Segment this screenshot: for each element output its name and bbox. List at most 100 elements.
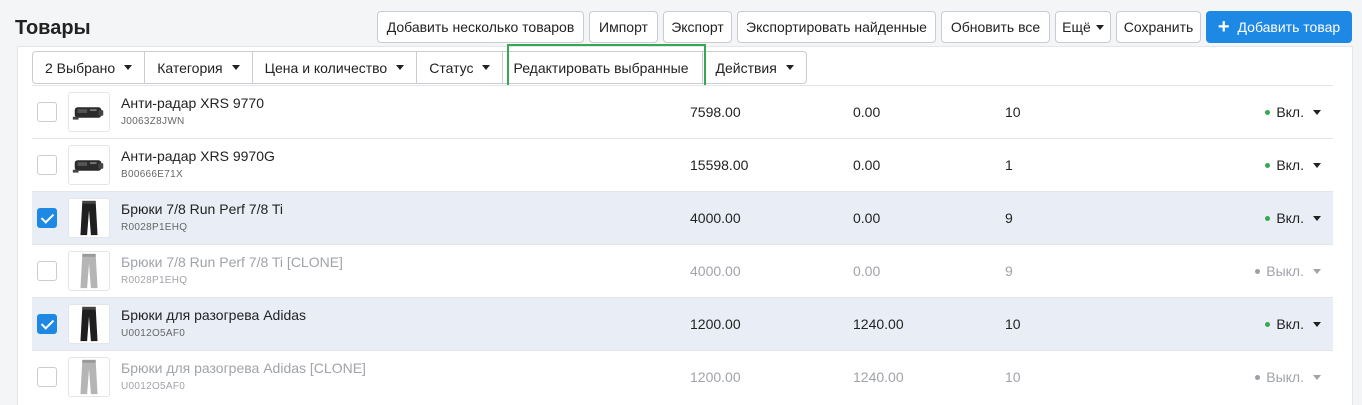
- status-label: Вкл.: [1276, 316, 1304, 332]
- status-dropdown[interactable]: Вкл.: [1265, 104, 1321, 120]
- product-price[interactable]: 7598.00: [690, 104, 741, 120]
- update-all-button[interactable]: Обновить все: [941, 11, 1050, 43]
- status-dot-icon: [1255, 268, 1261, 274]
- price-quantity-dropdown[interactable]: Цена и количество: [253, 52, 418, 83]
- chevron-down-icon: [1313, 374, 1321, 380]
- product-sku: B00666E71X: [121, 169, 183, 180]
- product-name-link[interactable]: Анти-радар XRS 9970G: [121, 148, 275, 164]
- selected-count-label: 2 Выбрано: [45, 59, 116, 76]
- product-list-price[interactable]: 0.00: [853, 210, 880, 226]
- chevron-down-icon: [396, 65, 405, 70]
- product-quantity[interactable]: 1: [1005, 157, 1013, 173]
- status-dropdown[interactable]: Выкл.: [1255, 369, 1321, 385]
- add-product-label: Добавить товар: [1237, 19, 1341, 35]
- product-quantity[interactable]: 10: [1005, 369, 1021, 385]
- product-thumbnail: [68, 251, 110, 291]
- status-dropdown[interactable]: Вкл.: [1265, 157, 1321, 173]
- more-label: Ещё: [1062, 19, 1091, 35]
- row-checkbox[interactable]: [37, 261, 57, 281]
- table-row[interactable]: Анти-радар XRS 9770 J0063Z8JWN 7598.00 0.00…: [32, 85, 1333, 138]
- status-label: Вкл.: [1276, 157, 1304, 173]
- product-price[interactable]: 15598.00: [690, 157, 748, 173]
- plus-icon: +: [1217, 16, 1230, 38]
- product-list-price[interactable]: 1240.00: [853, 369, 904, 385]
- product-sku: R0028P1EHQ: [121, 275, 188, 286]
- chevron-down-icon: [785, 65, 794, 70]
- import-button[interactable]: Импорт: [589, 11, 658, 43]
- product-thumbnail: [68, 145, 110, 185]
- status-label: Статус: [429, 59, 474, 76]
- product-sku: U0012O5AF0: [121, 328, 186, 339]
- product-price[interactable]: 1200.00: [690, 316, 741, 332]
- row-checkbox[interactable]: [37, 314, 57, 334]
- product-list-price[interactable]: 0.00: [853, 157, 880, 173]
- chevron-down-icon: [1313, 268, 1321, 274]
- table-row[interactable]: Брюки 7/8 Run Perf 7/8 Ti R0028P1EHQ 4000.…: [32, 191, 1333, 244]
- status-label: Вкл.: [1276, 210, 1304, 226]
- price-quantity-label: Цена и количество: [264, 59, 388, 76]
- chevron-down-icon: [1313, 109, 1321, 115]
- product-name-link[interactable]: Брюки для разогрева Adidas: [121, 307, 306, 323]
- table-row[interactable]: Брюки для разогрева Adidas U0012O5AF0 1200…: [32, 297, 1333, 350]
- product-list-price[interactable]: 1240.00: [853, 316, 904, 332]
- products-table: Анти-радар XRS 9770 J0063Z8JWN 7598.00 0.00…: [32, 85, 1333, 403]
- product-list-price[interactable]: 0.00: [853, 263, 880, 279]
- product-price[interactable]: 4000.00: [690, 263, 741, 279]
- chevron-down-icon: [1313, 321, 1321, 327]
- selected-count-dropdown[interactable]: 2 Выбрано: [33, 52, 146, 83]
- row-checkbox[interactable]: [37, 102, 57, 122]
- chevron-down-icon: [1313, 215, 1321, 221]
- product-name-link[interactable]: Брюки для разогрева Adidas [CLONE]: [121, 360, 366, 376]
- status-dropdown[interactable]: Вкл.: [1265, 316, 1321, 332]
- product-quantity[interactable]: 10: [1005, 104, 1021, 120]
- row-checkbox[interactable]: [37, 367, 57, 387]
- category-dropdown[interactable]: Категория: [145, 52, 253, 83]
- product-list-price[interactable]: 0.00: [853, 104, 880, 120]
- status-label: Выкл.: [1266, 263, 1304, 279]
- status-dropdown[interactable]: Вкл.: [1265, 210, 1321, 226]
- status-label: Вкл.: [1276, 104, 1304, 120]
- export-button[interactable]: Экспорт: [663, 11, 732, 43]
- actions-label: Действия: [715, 59, 777, 76]
- chevron-down-icon: [1095, 24, 1104, 30]
- row-checkbox[interactable]: [37, 155, 57, 175]
- edit-selected-button[interactable]: Редактировать выбранные: [503, 52, 704, 83]
- export-found-button[interactable]: Экспортировать найденные: [737, 11, 936, 43]
- status-dot-icon: [1265, 109, 1271, 115]
- product-name-link[interactable]: Брюки 7/8 Run Perf 7/8 Ti: [121, 201, 283, 217]
- row-checkbox[interactable]: [37, 208, 57, 228]
- toolbar: Добавить несколько товаров Импорт Экспор…: [377, 11, 1352, 43]
- product-quantity[interactable]: 9: [1005, 263, 1013, 279]
- product-thumbnail: [68, 304, 110, 344]
- product-quantity[interactable]: 9: [1005, 210, 1013, 226]
- add-multiple-products-button[interactable]: Добавить несколько товаров: [377, 11, 584, 43]
- more-dropdown-button[interactable]: Ещё: [1055, 11, 1111, 43]
- status-dot-icon: [1265, 162, 1271, 168]
- chevron-down-icon: [231, 65, 240, 70]
- status-dot-icon: [1265, 321, 1271, 327]
- chevron-down-icon: [482, 65, 491, 70]
- product-price[interactable]: 4000.00: [690, 210, 741, 226]
- add-product-button[interactable]: + Добавить товар: [1206, 11, 1352, 43]
- page-title: Товары: [15, 17, 91, 39]
- actions-dropdown[interactable]: Действия: [703, 52, 805, 83]
- table-row[interactable]: Брюки для разогрева Adidas [CLONE] U0012O…: [32, 350, 1333, 403]
- product-sku: R0028P1EHQ: [121, 222, 188, 233]
- product-sku: U0012O5AF0: [121, 381, 186, 392]
- table-row[interactable]: Брюки 7/8 Run Perf 7/8 Ti [CLONE] R0028P1…: [32, 244, 1333, 297]
- status-dropdown[interactable]: Выкл.: [1255, 263, 1321, 279]
- product-price[interactable]: 1200.00: [690, 369, 741, 385]
- table-row[interactable]: Анти-радар XRS 9970G B00666E71X 15598.00 0.…: [32, 138, 1333, 191]
- product-thumbnail: [68, 92, 110, 132]
- product-name-link[interactable]: Анти-радар XRS 9770: [121, 95, 264, 111]
- save-button[interactable]: Сохранить: [1116, 11, 1201, 43]
- product-name-link[interactable]: Брюки 7/8 Run Perf 7/8 Ti [CLONE]: [121, 254, 343, 270]
- chevron-down-icon: [124, 65, 133, 70]
- product-sku: J0063Z8JWN: [121, 116, 185, 127]
- status-dot-icon: [1265, 215, 1271, 221]
- product-quantity[interactable]: 10: [1005, 316, 1021, 332]
- status-dropdown[interactable]: Статус: [417, 52, 504, 83]
- product-thumbnail: [68, 198, 110, 238]
- status-dot-icon: [1255, 374, 1261, 380]
- bulk-actions-bar: 2 Выбрано Категория Цена и количество Ст…: [32, 51, 807, 84]
